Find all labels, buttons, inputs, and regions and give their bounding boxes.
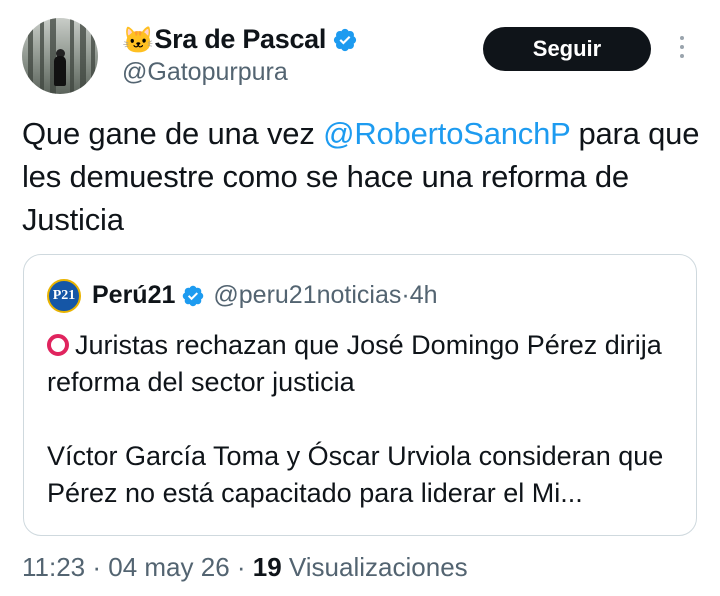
tweet-time[interactable]: 11:23 [22,552,85,582]
meta-dot-1: · [85,552,109,582]
red-circle-icon [47,334,69,356]
more-options-icon[interactable] [678,36,686,62]
author-name[interactable]: Sra de Pascal [154,24,326,55]
avatar-figure [54,56,66,86]
quoted-line1: Juristas rechazan que José Domingo Pérez… [47,327,677,401]
follow-button[interactable]: Seguir [483,27,651,71]
views-count[interactable]: 19 [253,552,282,582]
meta-dot-2: · [229,552,253,582]
quoted-body: Juristas rechazan que José Domingo Pérez… [47,327,677,512]
cat-emoji-icon: 🐱 [122,24,155,55]
quoted-separator: · [401,281,410,309]
tweet-text-part1: Que gane de una vez [22,116,324,151]
quoted-header: Perú21 @peru21noticias · 4h [92,281,438,310]
views-label[interactable]: Visualizaciones [282,552,468,582]
tweet-date[interactable]: 04 may 26 [108,552,229,582]
mention-link[interactable]: @RobertoSanchP [323,116,570,151]
quoted-author-name[interactable]: Perú21 [92,281,175,310]
avatar[interactable] [22,18,98,94]
quoted-time[interactable]: 4h [410,281,438,310]
peru21-logo[interactable]: P21 [47,279,81,313]
quoted-author-handle[interactable]: @peru21noticias [213,281,401,310]
verified-badge-icon [183,285,204,306]
author-name-row[interactable]: 🐱 Sra de Pascal [122,24,358,55]
tweet-meta: 11:23 · 04 may 26 · 19 Visualizaciones [22,552,468,583]
quoted-line2: Víctor García Toma y Óscar Urviola consi… [47,441,664,508]
tweet-text: Que gane de una vez @RobertoSanchP para … [22,112,702,241]
quoted-line1-text: Juristas rechazan que José Domingo Pérez… [47,330,662,397]
quoted-tweet[interactable]: P21 Perú21 @peru21noticias · 4h Juristas… [23,254,697,536]
author-handle[interactable]: @Gatopurpura [122,58,288,87]
verified-badge-icon[interactable] [332,27,358,53]
